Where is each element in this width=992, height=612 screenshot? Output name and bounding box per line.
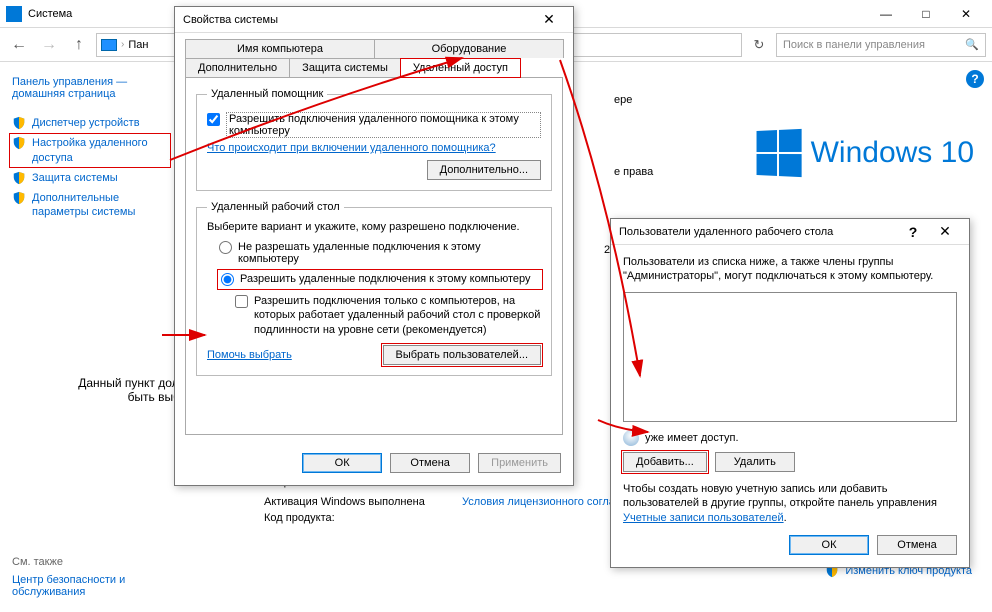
minimize-button[interactable]: ― <box>866 0 906 28</box>
ra-help-link[interactable]: Что происходит при включении удаленного … <box>207 142 496 154</box>
rd-nla-checkbox[interactable] <box>235 295 248 308</box>
system-properties-dialog: Свойства системы ✕ Имя компьютера Оборуд… <box>174 6 574 486</box>
windows-10-logo: Windows 10 <box>755 130 974 176</box>
rdu-hint-text: Чтобы создать новую учетную запись или д… <box>623 483 937 509</box>
user-accounts-link[interactable]: Учетные записи пользователей <box>623 512 784 524</box>
tab-system-protection[interactable]: Защита системы <box>289 58 401 77</box>
close-button[interactable]: ✕ <box>946 0 986 28</box>
rd-allow-radio[interactable] <box>221 273 234 286</box>
tab-hardware[interactable]: Оборудование <box>374 39 564 58</box>
rd-deny-radio[interactable] <box>219 241 232 254</box>
select-users-button[interactable]: Выбрать пользователей... <box>383 345 542 365</box>
maximize-button[interactable]: □ <box>906 0 946 28</box>
cancel-button[interactable]: Отмена <box>877 535 957 555</box>
shield-icon <box>12 136 26 150</box>
sidebar-item-label: Настройка удаленного доступа <box>32 136 168 165</box>
activation-status: Активация Windows выполнена <box>264 496 454 508</box>
monitor-icon <box>101 39 117 51</box>
search-placeholder: Поиск в панели управления <box>783 39 925 51</box>
ra-allow-label: Разрешить подключения удаленного помощни… <box>226 112 541 138</box>
windows-10-text: Windows 10 <box>811 136 974 170</box>
dialog-title: Пользователи удаленного рабочего стола <box>619 226 897 238</box>
rights-fragment: е права <box>614 166 653 178</box>
close-button[interactable]: ✕ <box>929 220 961 244</box>
sidebar: Панель управления — домашняя страница Ди… <box>0 62 180 612</box>
rd-legend: Удаленный рабочий стол <box>207 201 344 213</box>
shield-icon <box>12 191 26 205</box>
ra-advanced-button[interactable]: Дополнительно... <box>427 160 541 180</box>
cancel-button[interactable]: Отмена <box>390 453 470 473</box>
ra-allow-checkbox[interactable] <box>207 113 220 126</box>
rd-nla-label: Разрешить подключения только с компьютер… <box>254 294 541 337</box>
sidebar-item-remote-settings[interactable]: Настройка удаленного доступа <box>12 136 168 165</box>
dialog-titlebar: Свойства системы ✕ <box>175 7 573 33</box>
sidebar-item-system-protection[interactable]: Защита системы <box>12 171 168 185</box>
remove-button[interactable]: Удалить <box>715 452 795 472</box>
ok-button[interactable]: ОК <box>789 535 869 555</box>
sidebar-item-device-manager[interactable]: Диспетчер устройств <box>12 116 168 130</box>
remote-desktop-group: Удаленный рабочий стол Выберите вариант … <box>196 201 552 376</box>
system-icon <box>6 6 22 22</box>
apply-button[interactable]: Применить <box>478 453 561 473</box>
add-button[interactable]: Добавить... <box>623 452 707 472</box>
dialog-button-row: ОК Отмена Применить <box>175 445 573 485</box>
product-key-label: Код продукта: <box>264 512 454 524</box>
sidebar-item-label: Защита системы <box>32 171 118 185</box>
tab-strip: Имя компьютера Оборудование Дополнительн… <box>185 39 563 77</box>
search-input[interactable]: Поиск в панели управления 🔍 <box>776 33 986 57</box>
refresh-button[interactable]: ↻ <box>746 32 772 58</box>
tab-remote[interactable]: Удаленный доступ <box>400 58 521 78</box>
chevron-icon: › <box>121 39 124 50</box>
back-button[interactable]: ← <box>6 32 32 58</box>
rdu-description: Пользователи из списка ниже, а также чле… <box>623 255 957 284</box>
rd-deny-label: Не разрешать удаленные подключения к это… <box>238 241 541 265</box>
sidebar-item-advanced-settings[interactable]: Дополнительные параметры системы <box>12 191 168 220</box>
breadcrumb[interactable]: Пан <box>128 39 148 51</box>
search-icon: 🔍 <box>965 38 979 51</box>
rd-allow-label: Разрешить удаленные подключения к этому … <box>240 273 531 285</box>
users-listbox[interactable] <box>623 292 957 423</box>
remote-tab-panel: Удаленный помощник Разрешить подключения… <box>185 77 563 435</box>
rd-prompt: Выберите вариант и укажите, кому разреше… <box>207 221 541 233</box>
already-has-access: уже имеет доступ. <box>623 430 957 446</box>
help-button[interactable]: ? <box>897 220 929 244</box>
see-also-link[interactable]: Центр безопасности и обслуживания <box>12 574 125 598</box>
shield-icon <box>12 171 26 185</box>
rdu-hint: Чтобы создать новую учетную запись или д… <box>623 482 957 525</box>
up-button[interactable]: ↑ <box>66 32 92 58</box>
dialog-title: Свойства системы <box>183 14 533 26</box>
heading-fragment: ере <box>614 94 632 106</box>
sidebar-home[interactable]: Панель управления — домашняя страница <box>12 76 168 100</box>
sidebar-item-label: Диспетчер устройств <box>32 116 140 130</box>
ra-legend: Удаленный помощник <box>207 88 327 100</box>
remote-desktop-users-dialog: Пользователи удаленного рабочего стола ?… <box>610 218 970 568</box>
ok-button[interactable]: ОК <box>302 453 382 473</box>
tab-advanced[interactable]: Дополнительно <box>185 58 290 77</box>
dialog-titlebar: Пользователи удаленного рабочего стола ?… <box>611 219 969 245</box>
cp-title: Система <box>28 8 72 20</box>
shield-icon <box>12 116 26 130</box>
forward-button[interactable]: → <box>36 32 62 58</box>
tab-computer-name[interactable]: Имя компьютера <box>185 39 375 58</box>
rd-help-link[interactable]: Помочь выбрать <box>207 349 292 361</box>
already-label: уже имеет доступ. <box>645 432 739 444</box>
sidebar-item-label: Дополнительные параметры системы <box>32 191 168 220</box>
close-button[interactable]: ✕ <box>533 8 565 32</box>
help-icon[interactable]: ? <box>966 70 984 88</box>
see-also-header: См. также <box>12 556 168 568</box>
remote-assistance-group: Удаленный помощник Разрешить подключения… <box>196 88 552 191</box>
user-icon <box>623 430 639 446</box>
